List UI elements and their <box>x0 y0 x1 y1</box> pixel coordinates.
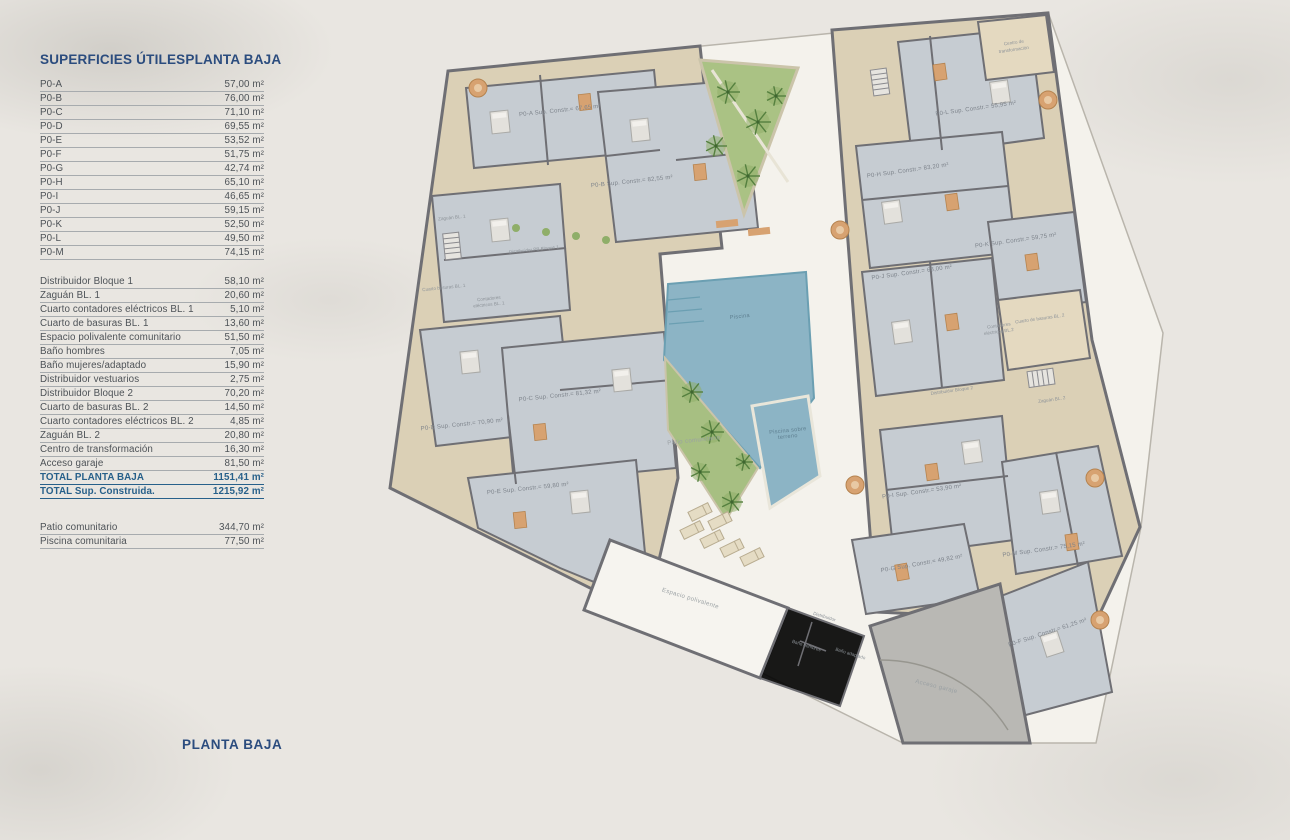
table-furniture <box>945 193 959 211</box>
bed-furniture <box>882 200 903 224</box>
table-furniture <box>533 423 547 440</box>
bed-furniture <box>990 80 1011 104</box>
bed-furniture <box>490 110 510 134</box>
bed-furniture <box>892 320 913 344</box>
table-furniture <box>945 313 959 331</box>
planter-icon <box>602 236 610 244</box>
table-furniture <box>513 511 527 528</box>
patio-table <box>846 476 864 494</box>
planter-icon <box>572 232 580 240</box>
patio-table <box>1091 611 1109 629</box>
patio-table <box>1086 469 1104 487</box>
bed-furniture <box>490 218 510 242</box>
bed-furniture <box>962 440 983 464</box>
patio-table <box>1039 91 1057 109</box>
patio-table <box>469 79 487 97</box>
planter-icon <box>542 228 550 236</box>
bed-furniture <box>570 490 590 514</box>
patio-table <box>831 221 849 239</box>
bed-furniture <box>630 118 650 142</box>
table-furniture <box>925 463 939 481</box>
unit-c-room <box>502 332 676 484</box>
bed-furniture <box>1040 490 1061 514</box>
table-furniture <box>693 163 707 180</box>
table-furniture <box>933 63 947 81</box>
table-furniture <box>1025 253 1039 271</box>
planter-icon <box>512 224 520 232</box>
bed-furniture <box>460 350 480 374</box>
bed-furniture <box>612 368 632 392</box>
floor-plan: P0-A Sup. Constr.= 67,65 m² P0-B Sup. Co… <box>0 0 1290 840</box>
